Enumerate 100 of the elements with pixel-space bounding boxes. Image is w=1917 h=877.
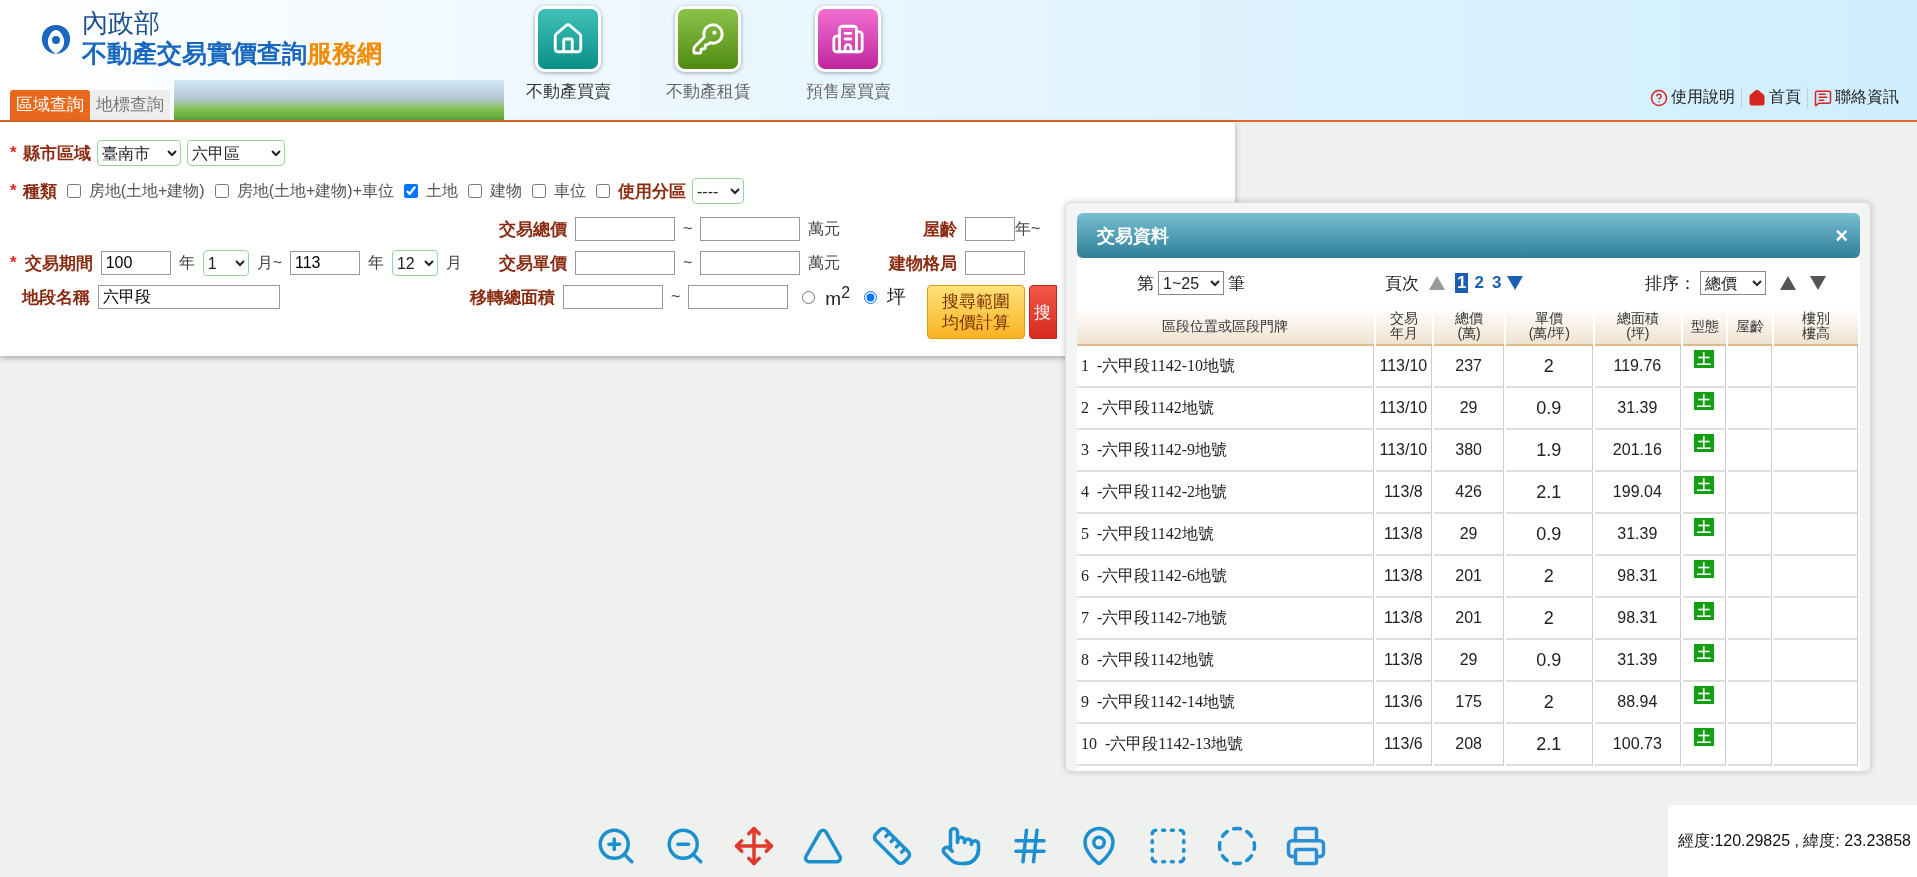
category-label[interactable]: 不動產租賃 [665,80,751,103]
input-field[interactable] [575,251,675,275]
table-cell: 119.76 [1594,346,1682,388]
header-link[interactable]: 首頁 [1741,87,1807,108]
table-cell: 199.04 [1594,472,1682,514]
unit-radio[interactable] [864,290,877,304]
category-label[interactable]: 預售屋買賣 [805,80,891,103]
month-select[interactable]: 12 [391,250,438,276]
table-cell: 0.9 [1506,514,1593,556]
sort-select[interactable]: 總價 [1700,271,1766,295]
page-link[interactable]: 2 [1472,273,1486,293]
pager-label: 頁次 [1385,272,1419,295]
header-link[interactable]: 使用說明 [1644,87,1741,108]
table-cell: 237 [1434,346,1505,388]
sort-ascending-icon[interactable] [1780,276,1796,290]
sort-label: 排序： [1645,272,1696,295]
table-cell: 29 [1434,640,1505,682]
unit-label: 月~ [256,252,282,273]
move-icon[interactable] [733,825,775,867]
page-size-select[interactable]: 1~25 [1158,271,1224,295]
header-link[interactable]: 聯絡資訊 [1807,87,1905,108]
table-cell: 31.39 [1594,640,1682,682]
zoning-select[interactable]: ---- [691,178,744,204]
table-cell: 8 -六甲段1142地號 [1077,640,1374,682]
circle-frame-icon[interactable] [1216,825,1258,867]
category-tile[interactable] [675,6,741,72]
table-cell: 29 [1434,514,1505,556]
table-cell: 201 [1434,556,1505,598]
coordinates-text: 經度:120.29825 , 緯度: 23.23858 [1667,805,1917,877]
type-badge: 土 [1694,476,1715,494]
table-cell: 98.31 [1594,556,1682,598]
input-field[interactable] [965,251,1025,275]
next-page-icon[interactable] [1507,276,1524,290]
table-cell: 1 -六甲段1142-10地號 [1077,346,1374,388]
table-cell: 113/8 [1375,556,1433,598]
input-field[interactable] [575,217,675,241]
field-label: 移轉總面積 [470,286,555,309]
input-field[interactable] [688,285,789,309]
print-icon[interactable] [1285,825,1327,867]
pointer-icon[interactable] [940,825,982,867]
previous-page-icon[interactable] [1429,276,1445,290]
table-cell: 3 -六甲段1142-9地號 [1077,430,1374,472]
table-cell: 2.1 [1506,472,1593,514]
column-header-text: 總價 [1454,311,1485,326]
table-cell: 113/8 [1375,514,1433,556]
table-cell: 88.94 [1594,682,1682,724]
page-link[interactable]: 3 [1489,273,1504,293]
unit-label: 年~ [1015,218,1041,239]
range-separator: ~ [683,220,693,238]
search-button[interactable]: 搜 [1029,285,1057,339]
required-mark: * [10,181,17,201]
type-badge: 土 [1694,686,1715,704]
category-tile[interactable] [815,6,881,72]
city-select[interactable]: 臺南市 [96,140,181,166]
table-cell: 175 [1434,682,1505,724]
type-checkbox[interactable] [66,184,81,198]
zoning-checkbox[interactable] [595,184,610,198]
input-field[interactable]: 六甲段 [98,285,280,309]
unit-radio[interactable] [802,290,816,304]
table-cell: 5 -六甲段1142地號 [1077,514,1374,556]
building-icon [831,22,865,56]
required-mark: * [10,143,17,163]
unit-label: 萬元 [808,252,841,273]
input-field[interactable] [563,285,663,309]
month-select[interactable]: 1 [202,250,249,276]
column-header-text: 屋齡 [1734,318,1765,334]
input-field[interactable] [700,217,801,241]
average-price-button[interactable]: 搜尋範圍均價計算 [927,285,1025,339]
field-label: 縣市區域 [22,142,91,165]
type-label: 房地(土地+建物)+車位 [236,180,394,201]
page-link[interactable]: 1 [1455,273,1469,293]
input-field[interactable] [965,217,1015,241]
column-header-text: 樓高 [1800,326,1831,341]
district-select[interactable]: 六甲區 [186,140,285,166]
table-cell: 4 -六甲段1142-2地號 [1077,472,1374,514]
table-cell: 31.39 [1594,388,1682,430]
type-checkbox[interactable] [531,184,546,198]
key-icon [691,22,725,56]
site-title: 不動產交易實價查詢服務網 [82,39,382,67]
category-tile[interactable] [535,6,601,72]
input-field[interactable]: 100 [100,251,171,275]
type-badge: 土 [1694,392,1715,410]
search-tab[interactable]: 地標查詢 [90,90,170,120]
ruler-icon[interactable] [871,825,913,867]
table-cell: 201.16 [1594,430,1682,472]
sort-descending-icon[interactable] [1810,276,1826,290]
type-checkbox[interactable] [467,184,482,198]
input-field[interactable] [700,251,801,275]
type-checkbox[interactable] [214,184,229,198]
type-badge: 土 [1694,728,1715,746]
type-checkbox[interactable] [403,184,418,198]
type-badge: 土 [1694,644,1715,662]
table-cell: 10 -六甲段1142-13地號 [1077,724,1374,766]
unit-label: 坪 [887,285,906,309]
column-header-text: (坪) [1625,326,1651,341]
table-cell: 2 -六甲段1142地號 [1077,388,1374,430]
category-label[interactable]: 不動產買賣 [525,80,611,103]
input-field[interactable]: 113 [289,251,360,275]
house-icon [551,22,585,56]
unit-label: 年 [367,252,384,273]
